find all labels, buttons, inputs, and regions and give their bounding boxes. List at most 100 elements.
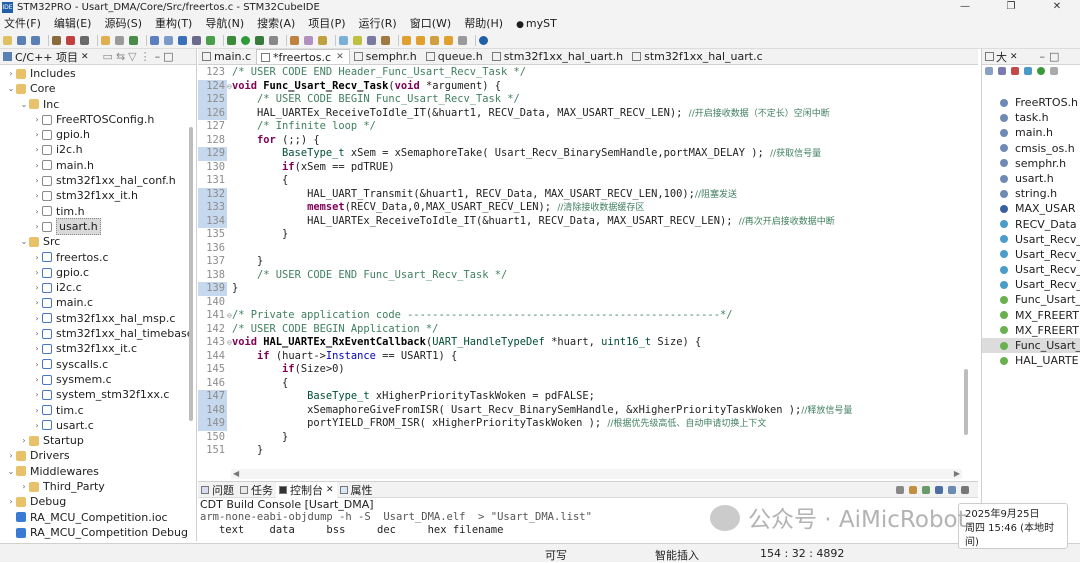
scroll-left-icon[interactable]: ◀ — [233, 469, 239, 478]
tree-item[interactable]: › Includes — [0, 66, 196, 81]
toggle-block-icon[interactable] — [339, 35, 348, 45]
menu-window[interactable]: 窗口(W) — [410, 15, 451, 31]
menu-search[interactable]: 搜索(A) — [257, 15, 295, 31]
profile-icon[interactable] — [269, 35, 278, 45]
collapsed-chevron-icon[interactable]: › — [32, 188, 42, 203]
view-menu-icon[interactable] — [1050, 67, 1058, 75]
outline-item[interactable]: FreeRTOS.h — [982, 95, 1080, 110]
code-line[interactable]: 142 /* USER CODE BEGIN Application */ — [198, 323, 964, 337]
editor-tab[interactable]: stm32f1xx_hal_uart.h — [488, 49, 628, 64]
code-area[interactable]: 123 /* USER CODE END Header_Func_Usart_Re… — [198, 66, 964, 464]
outline-item[interactable]: usart.h — [982, 171, 1080, 186]
tree-item[interactable]: RA_MCU_Competition.ioc — [0, 510, 196, 525]
expanded-chevron-icon[interactable]: ⌄ — [19, 97, 29, 112]
menu-help[interactable]: 帮助(H) — [464, 15, 503, 31]
close-icon[interactable]: ✕ — [326, 485, 334, 495]
code-line[interactable]: 125 /* USER CODE BEGIN Func_Usart_Recv_T… — [198, 93, 964, 107]
tab-problems[interactable]: 问题 — [198, 482, 237, 498]
outline-item[interactable]: Usart_Recv_ — [982, 262, 1080, 277]
code-line[interactable]: 140 — [198, 296, 964, 310]
collapsed-chevron-icon[interactable]: › — [32, 265, 42, 280]
tree-item[interactable]: › Drivers — [0, 448, 196, 463]
code-line[interactable]: 148 xSemaphoreGiveFromISR( Usart_Recv_Bi… — [198, 403, 964, 417]
tree-item[interactable]: ⌄ Src — [0, 234, 196, 249]
code-line[interactable]: 126 HAL_UARTEx_ReceiveToIdle_IT(&huart1,… — [198, 106, 964, 120]
menu-file[interactable]: 文件(F) — [4, 15, 41, 31]
outline-item[interactable]: semphr.h — [982, 156, 1080, 171]
code-line[interactable]: 138 /* USER CODE END Func_Usart_Recv_Tas… — [198, 269, 964, 283]
code-line[interactable]: 147 BaseType_t xHigherPriorityTaskWoken … — [198, 390, 964, 404]
new-project-icon[interactable] — [101, 35, 110, 45]
collapsed-chevron-icon[interactable]: › — [19, 433, 29, 448]
code-line[interactable]: 128 for (;;) { — [198, 134, 964, 148]
collapsed-chevron-icon[interactable]: › — [32, 341, 42, 356]
display-console-icon[interactable] — [935, 485, 943, 494]
code-line[interactable]: 139} — [198, 282, 964, 296]
close-icon[interactable]: ✕ — [81, 52, 89, 62]
tree-item[interactable]: › stm32f1xx_hal_timebase — [0, 326, 196, 341]
expanded-chevron-icon[interactable]: ⌄ — [6, 464, 16, 479]
tree-item[interactable]: › usart.c — [0, 418, 196, 433]
expanded-chevron-icon[interactable]: ⌄ — [19, 234, 29, 249]
pin-console-icon[interactable] — [922, 485, 930, 494]
minimize-view-icon[interactable]: – — [155, 50, 161, 63]
prev-annotation-icon[interactable] — [416, 35, 425, 45]
collapsed-chevron-icon[interactable]: › — [32, 219, 42, 234]
tree-item[interactable]: › main.c — [0, 295, 196, 310]
collapsed-chevron-icon[interactable]: › — [6, 494, 16, 509]
tree-item[interactable]: RA_MCU_Competition Debug — [0, 525, 196, 540]
run-icon[interactable] — [241, 35, 250, 45]
outline-item[interactable]: MAX_USAR — [982, 201, 1080, 216]
new-header-icon[interactable] — [164, 35, 173, 45]
maximize-view-icon[interactable]: □ — [163, 50, 173, 63]
code-line[interactable]: 145 if(Size>0) — [198, 363, 964, 377]
menu-myst[interactable]: ● myST — [516, 17, 570, 30]
view-menu-icon[interactable]: ⋮ — [140, 50, 151, 63]
collapse-all-icon[interactable]: ▭ — [103, 50, 113, 63]
view-menu-icon[interactable] — [961, 485, 969, 494]
outline-item[interactable]: cmsis_os.h — [982, 141, 1080, 156]
toggle-mark-icon[interactable] — [318, 35, 327, 45]
code-line[interactable]: 129 BaseType_t xSem = xSemaphoreTake( Us… — [198, 147, 964, 161]
last-edit-icon[interactable] — [430, 35, 439, 45]
tree-item[interactable]: ⌄ Inc — [0, 97, 196, 112]
menu-source[interactable]: 源码(S) — [104, 15, 142, 31]
editor-tab[interactable]: semphr.h — [350, 49, 422, 64]
search-icon[interactable] — [192, 35, 201, 45]
collapsed-chevron-icon[interactable]: › — [6, 66, 16, 81]
info-icon[interactable] — [479, 35, 488, 45]
code-line[interactable]: 123 /* USER CODE END Header_Func_Usart_Re… — [198, 66, 964, 80]
tree-item[interactable]: › Third_Party — [0, 479, 196, 494]
debug-config-icon[interactable] — [227, 35, 236, 45]
new-file-icon[interactable] — [3, 35, 12, 45]
collapsed-chevron-icon[interactable]: › — [32, 127, 42, 142]
forward-icon[interactable] — [458, 35, 467, 45]
new-class-icon[interactable] — [150, 35, 159, 45]
tree-item[interactable]: › freertos.c — [0, 250, 196, 265]
back-icon[interactable] — [444, 35, 453, 45]
outline-title[interactable]: 大 — [996, 49, 1007, 65]
menu-refactor[interactable]: 重构(T) — [155, 15, 192, 31]
new-source-icon[interactable] — [178, 35, 187, 45]
link-editor-icon[interactable]: ⇆ — [116, 50, 125, 63]
hide-non-public-icon[interactable] — [1024, 67, 1032, 75]
annotation-icon[interactable] — [381, 35, 390, 45]
outline-item[interactable]: Usart_Recv_ — [982, 232, 1080, 247]
collapsed-chevron-icon[interactable]: › — [32, 357, 42, 372]
outline-item[interactable]: task.h — [982, 110, 1080, 125]
outline-item[interactable]: Func_Usart_ — [982, 338, 1080, 354]
next-annotation-icon[interactable] — [402, 35, 411, 45]
editor-tab[interactable]: queue.h — [422, 49, 488, 64]
tree-item[interactable]: › Startup — [0, 433, 196, 448]
save-all-icon[interactable] — [31, 35, 40, 45]
code-line[interactable]: 133 memset(RECV_Data,0,MAX_USART_RECV_LE… — [198, 201, 964, 215]
code-line[interactable]: 130 if(xSem == pdTRUE) — [198, 161, 964, 175]
code-line[interactable]: 146 { — [198, 377, 964, 391]
code-line[interactable]: 131 { — [198, 174, 964, 188]
menu-edit[interactable]: 编辑(E) — [54, 15, 92, 31]
outline-item[interactable]: string.h — [982, 186, 1080, 201]
open-type-icon[interactable] — [290, 35, 299, 45]
code-line[interactable]: 135 } — [198, 228, 964, 242]
collapsed-chevron-icon[interactable]: › — [32, 403, 42, 418]
code-line[interactable]: 151 } — [198, 444, 964, 458]
